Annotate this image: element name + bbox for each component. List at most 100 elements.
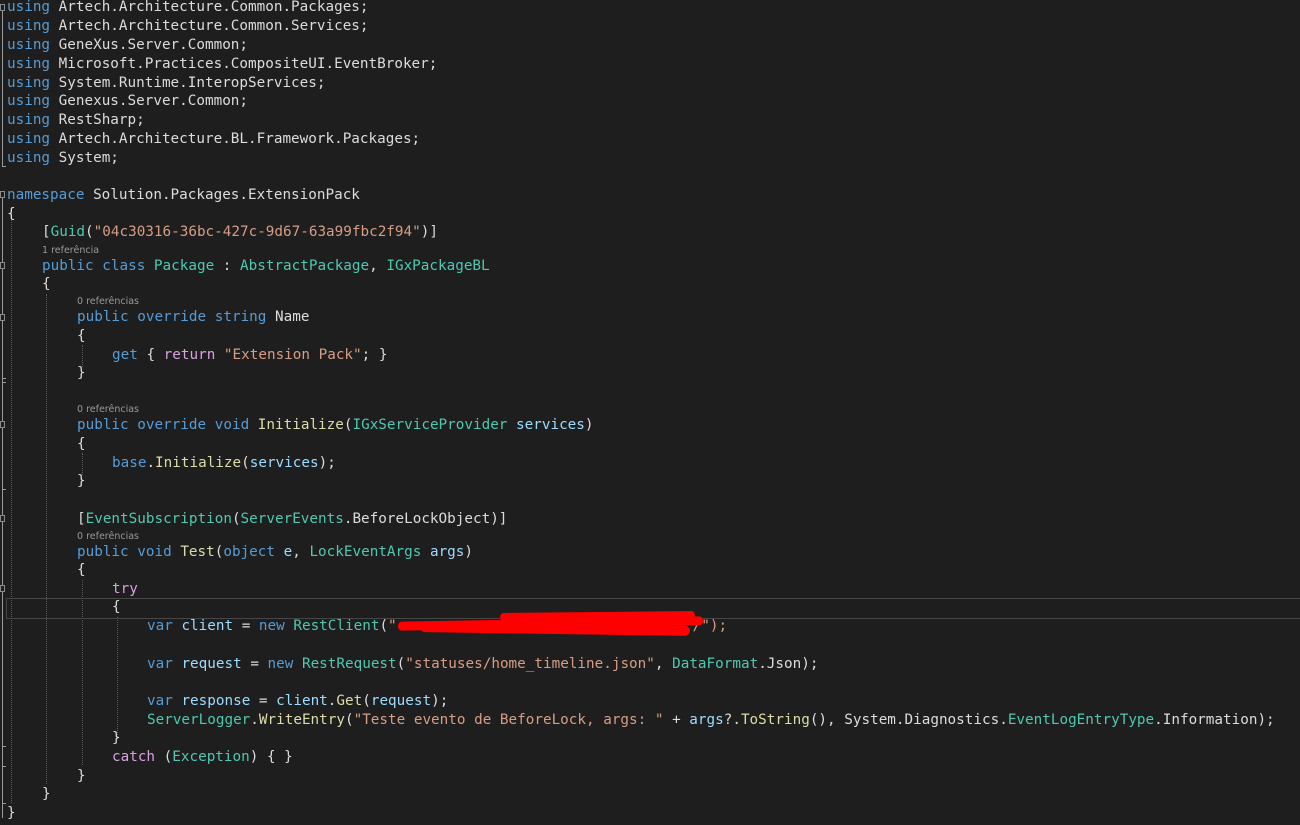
- code-line-request[interactable]: var request = new RestRequest("statuses/…: [147, 655, 818, 674]
- namespace-name: System.Diagnostics.: [844, 712, 1008, 728]
- collapse-toggle-namespace[interactable]: [0, 191, 5, 198]
- collapse-toggle-test-method[interactable]: [0, 515, 5, 522]
- bracket: [: [77, 511, 86, 527]
- code-line-brace[interactable]: }: [77, 472, 86, 491]
- code-line-guid-attribute[interactable]: [Guid("04c30316-36bc-427c-9d67-63a99fbc2…: [42, 223, 438, 242]
- indent-guide: [46, 294, 47, 784]
- param-type: IGxServiceProvider: [352, 417, 508, 433]
- using-namespace: Artech.Architecture.Common.Packages;: [58, 0, 369, 15]
- code-line-try[interactable]: try: [112, 580, 138, 599]
- keyword-using: using: [7, 75, 51, 91]
- operator: +: [672, 712, 681, 728]
- keyword-override: override: [137, 309, 207, 325]
- codelens-references[interactable]: 0 referências: [77, 404, 139, 416]
- code-line-using[interactable]: using System;: [7, 149, 119, 168]
- code-line-using[interactable]: using GeneXus.Server.Common;: [7, 36, 248, 55]
- code-line-using[interactable]: using Artech.Architecture.Common.Package…: [7, 0, 369, 17]
- outline-line: [2, 11, 3, 166]
- code-line-brace[interactable]: }: [7, 804, 16, 823]
- variable-name: request: [370, 693, 432, 709]
- code-line-using[interactable]: using RestSharp;: [7, 111, 145, 130]
- method-name: Initialize: [155, 455, 242, 471]
- code-line-response[interactable]: var response = client.Get(request);: [147, 692, 448, 711]
- collapse-toggle-class[interactable]: [0, 262, 5, 269]
- outline-end-tick: [2, 378, 6, 379]
- keyword-namespace: namespace: [7, 187, 85, 203]
- code-line-brace[interactable]: }: [77, 767, 86, 786]
- code-line-using[interactable]: using Artech.Architecture.Common.Service…: [7, 17, 369, 36]
- paren: )]: [420, 224, 438, 240]
- code-line-using[interactable]: using Genexus.Server.Common;: [7, 92, 248, 111]
- keyword-object: object: [223, 544, 276, 560]
- paren: ) { }: [249, 749, 293, 765]
- keyword-using: using: [7, 150, 51, 166]
- code-line-event-attribute[interactable]: [EventSubscription(ServerEvents.BeforeLo…: [77, 510, 507, 529]
- code-line-brace[interactable]: }: [112, 729, 121, 748]
- codelens-references[interactable]: 1 referência: [42, 245, 99, 257]
- namespace-name: Solution.Packages.ExtensionPack: [93, 187, 360, 203]
- code-line-brace[interactable]: }: [42, 785, 51, 804]
- collapse-toggle-name-property[interactable]: [0, 314, 5, 321]
- code-line-using[interactable]: using Artech.Architecture.BL.Framework.P…: [7, 130, 420, 149]
- outline-end-tick: [2, 489, 6, 490]
- code-line-test-declaration[interactable]: public void Test(object e, LockEventArgs…: [77, 543, 473, 562]
- code-line-logger[interactable]: ServerLogger.WriteEntry("Teste evento de…: [147, 711, 1275, 730]
- code-line-using[interactable]: using Microsoft.Practices.CompositeUI.Ev…: [7, 55, 437, 74]
- codelens-references[interactable]: 0 referências: [77, 531, 139, 543]
- code-line-using[interactable]: using System.Runtime.InteropServices;: [7, 74, 326, 93]
- code-line-namespace[interactable]: namespace Solution.Packages.ExtensionPac…: [7, 186, 360, 205]
- open-brace: {: [77, 328, 86, 344]
- code-line-brace[interactable]: {: [77, 435, 86, 454]
- param-name: services: [249, 455, 319, 471]
- variable-name: response: [181, 693, 251, 709]
- attribute-guid: Guid: [50, 224, 86, 240]
- code-editor[interactable]: using Artech.Architecture.Common.Package…: [0, 0, 1300, 825]
- keyword-base: base: [112, 455, 147, 471]
- outline-line: [2, 198, 3, 818]
- code-line-getter[interactable]: get { return "Extension Pack"; }: [112, 346, 387, 365]
- collapse-toggle-initialize[interactable]: [0, 421, 5, 428]
- open-brace: {: [77, 562, 86, 578]
- using-namespace: Artech.Architecture.BL.Framework.Package…: [58, 131, 421, 147]
- keyword-using: using: [7, 0, 51, 15]
- paren: ): [584, 417, 594, 433]
- close-brace: }: [7, 805, 16, 821]
- keyword-using: using: [7, 56, 51, 72]
- code-line-brace[interactable]: {: [7, 205, 16, 224]
- code-line-base-initialize[interactable]: base.Initialize(services);: [112, 454, 336, 473]
- keyword-try: try: [112, 581, 138, 597]
- code-line-brace[interactable]: {: [112, 598, 121, 617]
- codelens-references[interactable]: 0 referências: [77, 296, 139, 308]
- base-class-name: AbstractPackage: [240, 258, 370, 274]
- using-namespace: RestSharp;: [58, 112, 145, 128]
- type-name: ServerLogger: [147, 712, 251, 728]
- paren: );: [318, 455, 336, 471]
- code-line-brace[interactable]: }: [77, 364, 86, 383]
- code-line-catch[interactable]: catch (Exception) { }: [112, 748, 293, 767]
- member-name: Information: [1162, 712, 1258, 728]
- member-name: Json: [766, 656, 802, 672]
- paren: (: [362, 693, 371, 709]
- dot: .: [250, 712, 259, 728]
- type-name: ServerEvents: [240, 511, 344, 527]
- code-line-brace[interactable]: {: [77, 561, 86, 580]
- keyword-void: void: [137, 544, 172, 560]
- keyword-using: using: [7, 37, 51, 53]
- code-line-brace[interactable]: {: [77, 327, 86, 346]
- string-literal: ": [388, 618, 397, 634]
- variable-name: client: [276, 693, 328, 709]
- code-line-class-declaration[interactable]: public class Package : AbstractPackage, …: [42, 257, 490, 276]
- bracket: [: [42, 224, 51, 240]
- open-brace: {: [42, 276, 51, 292]
- keyword-var: var: [147, 618, 173, 634]
- paren: (: [344, 712, 354, 728]
- code-line-name-property[interactable]: public override string Name: [77, 308, 309, 327]
- close-brace: }: [42, 786, 51, 802]
- operator: =: [250, 656, 259, 672]
- collapse-toggle-try[interactable]: [0, 585, 5, 592]
- collapse-toggle-usings[interactable]: [0, 4, 5, 11]
- code-line-initialize-declaration[interactable]: public override void Initialize(IGxServi…: [77, 416, 594, 435]
- string-literal: "Teste evento de BeforeLock, args: ": [353, 712, 664, 728]
- code-line-brace[interactable]: {: [42, 275, 51, 294]
- outline-end-tick: [2, 766, 6, 767]
